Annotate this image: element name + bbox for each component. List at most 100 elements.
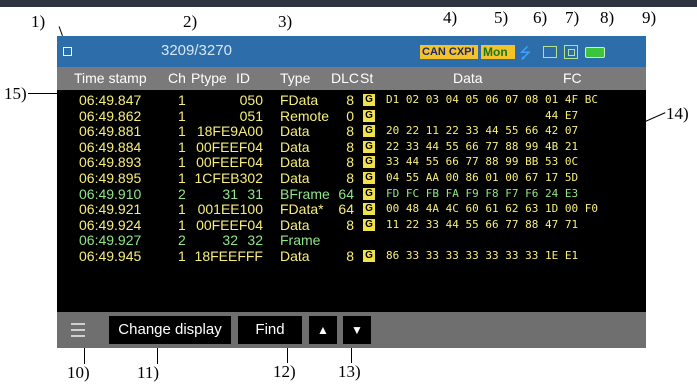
device-screen: 3209/3270 CAN CXPI Mon ⭍ Time stamp Ch P… xyxy=(57,36,646,348)
header-ptype: Ptype xyxy=(191,70,227,86)
status-g-badge: G xyxy=(363,203,375,216)
callout-15: 15) xyxy=(4,84,27,103)
can-cxpi-badge: CAN CXPI xyxy=(420,45,478,59)
table-row[interactable]: 06:49.884 1 00FEEF04 Data 8 G 22 33 44 55 66 7… xyxy=(57,139,646,155)
table-row[interactable]: 06:49.847 1 050 FData 8 G D1 02 03 04 05 06 07… xyxy=(57,92,646,108)
cell-type: BFrame xyxy=(280,185,330,202)
table-row[interactable]: 06:49.893 1 00FEEF04 Data 8 G 33 44 55 66 77 8… xyxy=(57,154,646,170)
cell-type: Data xyxy=(280,170,310,186)
cell-type: Data xyxy=(280,248,310,264)
cell-dlc: 8 xyxy=(346,154,354,171)
cell-id: 18FE9A00 xyxy=(196,123,263,140)
status-bar: 3209/3270 CAN CXPI Mon ⭍ xyxy=(57,36,646,67)
cell-ch: 1 xyxy=(178,248,186,264)
header-ch: Ch xyxy=(168,70,186,86)
status-g-badge: G xyxy=(363,156,375,169)
status-g-badge: G xyxy=(363,109,375,122)
cell-ch: 1 xyxy=(178,170,186,186)
callout-9: 9) xyxy=(642,8,657,27)
table-row[interactable]: 06:49.921 1 001EE100 FData* 64 G 00 48 4A 4C 6… xyxy=(57,201,646,217)
table-row[interactable]: 06:49.895 1 1CFEB302 Data 8 G 04 55 AA 00 86 0… xyxy=(57,170,646,186)
header-data: Data xyxy=(453,70,483,86)
cell-ch: 1 xyxy=(178,201,186,218)
cell-ch: 1 xyxy=(178,154,186,171)
storage-icon xyxy=(543,46,557,58)
cell-ch: 1 xyxy=(178,92,186,108)
change-display-button[interactable]: Change display xyxy=(109,316,231,344)
cell-fc: 24 E3 xyxy=(545,186,579,200)
cell-dlc: 8 xyxy=(346,92,354,108)
scroll-up-button[interactable]: ▲ xyxy=(309,316,337,344)
cell-type: FData xyxy=(280,92,319,108)
cell-id: 001EE100 xyxy=(197,201,263,218)
callout-10: 10) xyxy=(67,363,90,382)
callout-14: 14) xyxy=(666,104,689,123)
cell-time: 06:49.927 xyxy=(79,232,142,249)
cell-time: 06:49.924 xyxy=(79,216,142,233)
hamburger-menu-icon[interactable] xyxy=(71,323,85,337)
table-row[interactable]: 06:49.924 1 00FEEF04 Data 8 G 11 22 33 44 55 6… xyxy=(57,217,646,233)
cell-id: 1CFEB302 xyxy=(194,170,263,186)
table-row[interactable]: 06:49.927 2 32 32 Frame xyxy=(57,232,646,248)
cell-data: 86 33 33 33 33 33 33 33 xyxy=(386,249,539,262)
callout-4: 4) xyxy=(443,8,458,27)
table-row[interactable]: 06:49.945 1 18FEEFFF Data 8 G 86 33 33 33 33 3… xyxy=(57,248,646,264)
cell-data: D1 02 03 04 05 06 07 08 xyxy=(386,93,539,106)
callout-12: 12) xyxy=(273,362,296,381)
cell-fc: 44 E7 xyxy=(545,108,579,122)
callout-11: 11) xyxy=(137,363,160,382)
frame-count: 3209/3270 xyxy=(161,42,232,59)
find-button[interactable]: Find xyxy=(238,316,302,344)
status-g-badge: G xyxy=(363,125,375,138)
cell-dlc: 8 xyxy=(346,170,354,186)
cell-data: FD FC FB FA F9 F8 F7 F6 xyxy=(386,186,539,200)
status-g-badge: G xyxy=(363,218,375,231)
cell-ch: 2 xyxy=(178,232,186,249)
header-dlc: DLC xyxy=(331,70,360,86)
bottom-toolbar: Change display Find ▲ ▼ xyxy=(57,312,646,348)
cell-fc: 1E E1 xyxy=(545,249,579,262)
record-square-icon[interactable] xyxy=(63,47,72,56)
header-type: Type xyxy=(280,70,311,86)
table-row[interactable]: 06:49.862 1 051 Remote 0 G 44 E7 xyxy=(57,108,646,124)
monitor-mode-badge: Mon xyxy=(481,45,515,59)
cell-time: 06:49.910 xyxy=(79,185,142,202)
cell-time: 06:49.921 xyxy=(79,201,142,218)
cell-fc: 47 71 xyxy=(545,217,579,231)
cell-type: FData* xyxy=(280,201,324,218)
cell-id: 18FEEFFF xyxy=(194,248,263,264)
table-row[interactable]: 06:49.910 2 31 31 BFrame 64 G FD FC FB FA F9 F8… xyxy=(57,186,646,202)
cell-data: 20 22 11 22 33 44 55 66 xyxy=(386,124,539,138)
cell-fc: 53 0C xyxy=(545,155,579,169)
header-timestamp: Time stamp xyxy=(74,70,147,86)
scroll-down-button[interactable]: ▼ xyxy=(343,316,371,344)
cell-id: 00FEEF04 xyxy=(196,216,263,233)
cell-fc: 4B 21 xyxy=(545,139,579,153)
callout-8: 8) xyxy=(600,8,615,27)
cell-type: Data xyxy=(280,154,310,171)
callout-5: 5) xyxy=(494,8,509,27)
cell-id: 00FEEF04 xyxy=(196,154,263,171)
cell-id: 050 xyxy=(239,92,263,108)
usb-icon: ⭍ xyxy=(519,44,532,62)
cell-dlc: 64 xyxy=(338,201,354,218)
cell-ch: 2 xyxy=(178,185,186,202)
cell-data: 11 22 33 44 55 66 77 88 xyxy=(386,217,539,231)
leader-line xyxy=(58,26,63,36)
cell-id: 051 xyxy=(239,107,263,124)
header-id: ID xyxy=(236,70,250,86)
callout-6: 6) xyxy=(533,8,548,27)
leader-line xyxy=(351,348,352,363)
callout-7: 7) xyxy=(565,8,580,27)
cell-data: 33 44 55 66 77 88 99 BB xyxy=(386,155,539,169)
cell-dlc: 8 xyxy=(346,216,354,233)
cell-dlc: 0 xyxy=(346,107,354,124)
status-g-badge: G xyxy=(363,94,375,106)
leader-line xyxy=(28,93,58,94)
status-g-badge: G xyxy=(363,172,375,184)
cell-data: 00 48 4A 4C 60 61 62 63 xyxy=(386,202,539,216)
cell-dlc: 8 xyxy=(346,248,354,264)
callout-3: 3) xyxy=(278,12,293,31)
battery-icon xyxy=(585,47,605,58)
table-row[interactable]: 06:49.881 1 18FE9A00 Data 8 G 20 22 11 22 33 4… xyxy=(57,123,646,139)
